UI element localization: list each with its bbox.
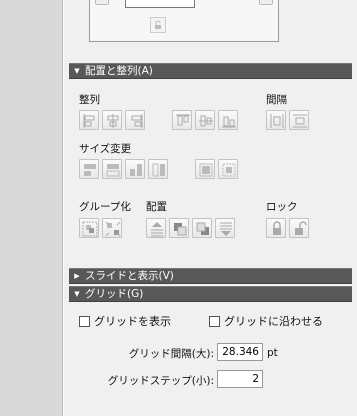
left-gray-strip <box>0 0 62 416</box>
unlock-button[interactable] <box>289 218 309 238</box>
grid-spacing-input[interactable] <box>217 343 263 361</box>
grid-spacing-unit: pt <box>267 347 278 359</box>
spacing-group-label: 間隔 <box>266 94 287 106</box>
lock-button[interactable] <box>266 218 286 238</box>
position-preview <box>89 0 279 42</box>
expand-arrow-icon: ▶ <box>74 272 80 280</box>
grid-step-input[interactable] <box>217 370 263 388</box>
grid-header-label: グリッド(G) <box>85 288 144 300</box>
send-to-back-button[interactable] <box>215 218 235 238</box>
preview-handle-left[interactable] <box>95 0 109 5</box>
snap-to-grid-box[interactable] <box>209 315 220 327</box>
scale-to-fit-button[interactable] <box>218 159 238 179</box>
align-right-button[interactable] <box>125 110 145 130</box>
resize-group-label: サイズ変更 <box>79 143 132 155</box>
collapse-arrow-icon: ▼ <box>74 67 80 75</box>
slides-header-label: スライドと表示(V) <box>85 270 174 282</box>
bring-forward-button[interactable] <box>169 218 189 238</box>
bring-to-front-button[interactable] <box>146 218 166 238</box>
fit-height-button[interactable] <box>148 159 168 179</box>
preview-lock-icon[interactable] <box>150 17 166 33</box>
preview-page <box>125 0 195 8</box>
align-group-label: 整列 <box>79 94 100 106</box>
arrange-header-label: 配置と整列(A) <box>85 65 153 77</box>
align-bottom-button[interactable] <box>218 110 238 130</box>
ungroup-button[interactable] <box>102 218 122 238</box>
lock-group-label: ロック <box>266 201 298 213</box>
group-button[interactable] <box>79 218 99 238</box>
send-backward-button[interactable] <box>192 218 212 238</box>
align-center-button[interactable] <box>102 110 122 130</box>
snap-to-grid-checkbox[interactable]: グリッドに沿わせる <box>209 313 323 329</box>
show-grid-box[interactable] <box>79 315 90 327</box>
group-group-label: グループ化 <box>79 201 131 213</box>
grid-step-label: グリッドステップ(小): <box>107 375 214 387</box>
arrange-section-header[interactable]: ▼ 配置と整列(A) <box>69 63 352 79</box>
grid-section-header[interactable]: ▼ グリッド(G) <box>69 286 352 302</box>
align-middle-button[interactable] <box>195 110 215 130</box>
distribute-vertical-button[interactable] <box>289 110 309 130</box>
show-grid-label: グリッドを表示 <box>94 315 171 328</box>
grid-spacing-label: グリッド間隔(大): <box>128 348 214 360</box>
slides-section-header[interactable]: ▶ スライドと表示(V) <box>69 268 352 284</box>
snap-to-grid-label: グリッドに沿わせる <box>224 315 323 328</box>
collapse-arrow-icon: ▼ <box>74 290 80 298</box>
placement-group-label: 配置 <box>146 201 167 213</box>
preview-handle-right[interactable] <box>259 0 273 5</box>
properties-panel: ▼ 配置と整列(A) 整列 間隔 サイズ変更 グループ化 配置 ロック ▶ スラ… <box>63 0 357 416</box>
same-height-button[interactable] <box>102 159 122 179</box>
show-grid-checkbox[interactable]: グリッドを表示 <box>79 313 171 329</box>
same-size-button[interactable] <box>125 159 145 179</box>
fit-page-button[interactable] <box>195 159 215 179</box>
align-left-button[interactable] <box>79 110 99 130</box>
same-width-button[interactable] <box>79 159 99 179</box>
distribute-horizontal-button[interactable] <box>266 110 286 130</box>
align-top-button[interactable] <box>172 110 192 130</box>
